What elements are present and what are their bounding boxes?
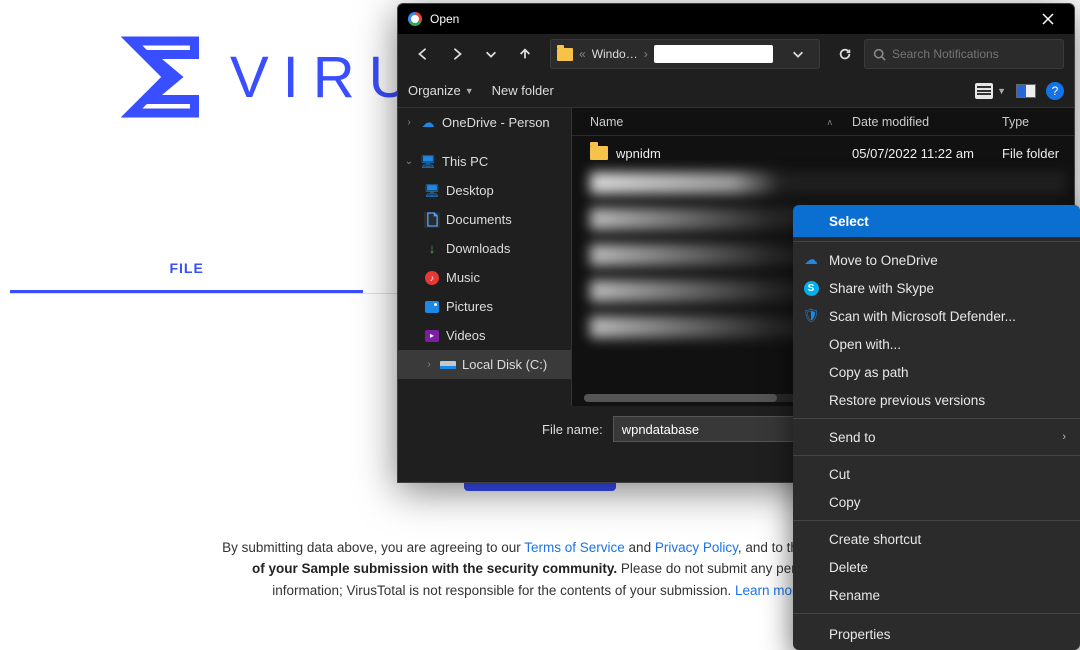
context-menu: Select ☁Move to OneDrive SShare with Sky…	[793, 205, 1080, 650]
dialog-toolbar: Organize▼ New folder ▼ ?	[398, 74, 1074, 108]
download-icon: ↓	[424, 241, 440, 257]
pictures-icon	[425, 301, 439, 313]
chevron-right-icon: ›	[424, 359, 434, 370]
chevron-down-icon: ⌄	[404, 156, 414, 167]
tree-this-pc[interactable]: ⌄🖥This PC	[398, 147, 571, 176]
tree-pictures[interactable]: Pictures	[398, 292, 571, 321]
ctx-rename[interactable]: Rename	[793, 581, 1080, 609]
file-name: wpnidm	[616, 146, 852, 161]
separator	[793, 520, 1080, 521]
organize-menu[interactable]: Organize▼	[408, 83, 474, 98]
ctx-send-to[interactable]: Send to›	[793, 423, 1080, 451]
breadcrumb-1[interactable]: Windo…	[592, 47, 638, 61]
preview-pane-button[interactable]	[1016, 84, 1036, 98]
skype-icon: S	[804, 281, 819, 296]
tree-music[interactable]: Music	[398, 263, 571, 292]
music-icon	[425, 271, 439, 285]
ctx-share-skype[interactable]: SShare with Skype	[793, 274, 1080, 302]
arrow-up-icon	[518, 47, 532, 61]
cloud-icon: ☁	[803, 252, 819, 268]
nav-up-button[interactable]	[510, 39, 540, 69]
view-mode-button[interactable]: ▼	[975, 83, 1006, 99]
caret-down-icon: ▼	[997, 86, 1006, 96]
tree-documents[interactable]: Documents	[398, 205, 571, 234]
chevron-down-icon	[791, 47, 805, 61]
address-bar[interactable]: « Windo… ›	[550, 39, 820, 69]
tree-downloads[interactable]: ↓Downloads	[398, 234, 571, 263]
ctx-move-onedrive[interactable]: ☁Move to OneDrive	[793, 246, 1080, 274]
close-icon	[1042, 13, 1054, 25]
ctx-open-with[interactable]: Open with...	[793, 330, 1080, 358]
address-dropdown[interactable]	[783, 39, 813, 69]
ctx-properties[interactable]: Properties	[793, 618, 1080, 650]
tab-file[interactable]: FILE	[10, 244, 363, 293]
arrow-left-icon	[416, 47, 430, 61]
refresh-icon	[838, 47, 852, 61]
vt-disclaimer: By submitting data above, you are agreei…	[220, 537, 860, 602]
tree-videos[interactable]: Videos	[398, 321, 571, 350]
breadcrumb-2[interactable]	[654, 45, 773, 63]
chevron-right-icon: ›	[1062, 431, 1066, 443]
chevron-down-icon	[484, 47, 498, 61]
breadcrumb-sep: «	[579, 47, 586, 61]
caret-down-icon: ▼	[465, 86, 474, 96]
separator	[793, 455, 1080, 456]
sort-asc-icon: ʌ	[828, 117, 833, 127]
file-row-wpnidm[interactable]: wpnidm 05/07/2022 11:22 am File folder	[572, 136, 1074, 170]
separator	[793, 241, 1080, 242]
tree-onedrive[interactable]: ›☁OneDrive - Person	[398, 108, 571, 137]
pc-icon: 🖥	[420, 154, 436, 170]
new-folder-button[interactable]: New folder	[492, 83, 554, 98]
desktop-icon: 🖥	[424, 183, 440, 199]
videos-icon	[425, 330, 439, 342]
arrow-right-icon	[450, 47, 464, 61]
cloud-icon: ☁	[420, 115, 436, 131]
folder-tree: ›☁OneDrive - Person ⌄🖥This PC 🖥Desktop D…	[398, 108, 572, 406]
dialog-title: Open	[430, 12, 459, 26]
separator	[793, 613, 1080, 614]
ctx-create-shortcut[interactable]: Create shortcut	[793, 525, 1080, 553]
dialog-nav-row: « Windo… ›	[398, 34, 1074, 74]
ctx-copy-path[interactable]: Copy as path	[793, 358, 1080, 386]
file-type: File folder	[1002, 146, 1059, 161]
chevron-right-icon: ›	[404, 117, 414, 128]
dialog-close-button[interactable]	[1028, 4, 1068, 34]
col-date[interactable]: Date modified	[852, 115, 1002, 129]
shield-icon: 🛡	[803, 308, 819, 324]
nav-forward-button[interactable]	[442, 39, 472, 69]
ctx-restore[interactable]: Restore previous versions	[793, 386, 1080, 414]
col-name[interactable]: Nameʌ	[590, 115, 852, 129]
disk-icon	[440, 357, 456, 373]
filename-label: File name:	[542, 422, 603, 437]
dialog-titlebar: Open	[398, 4, 1074, 34]
folder-icon	[590, 146, 608, 160]
privacy-link[interactable]: Privacy Policy	[655, 540, 738, 555]
tree-local-disk[interactable]: ›Local Disk (C:)	[398, 350, 571, 379]
document-icon	[424, 212, 440, 228]
nav-recent-button[interactable]	[476, 39, 506, 69]
search-icon	[873, 48, 886, 61]
file-date: 05/07/2022 11:22 am	[852, 146, 1002, 161]
nav-back-button[interactable]	[408, 39, 438, 69]
ctx-scan-defender[interactable]: 🛡Scan with Microsoft Defender...	[793, 302, 1080, 330]
chrome-icon	[408, 12, 422, 26]
tos-link[interactable]: Terms of Service	[524, 540, 625, 555]
search-input[interactable]	[892, 47, 1055, 61]
list-view-icon	[975, 83, 993, 99]
sigma-logo-icon	[118, 32, 208, 122]
ctx-select[interactable]: Select	[793, 205, 1080, 237]
search-box[interactable]	[864, 39, 1064, 69]
file-list-header: Nameʌ Date modified Type	[572, 108, 1074, 136]
tree-desktop[interactable]: 🖥Desktop	[398, 176, 571, 205]
ctx-copy[interactable]: Copy	[793, 488, 1080, 516]
folder-icon	[557, 48, 573, 61]
refresh-button[interactable]	[830, 39, 860, 69]
separator	[793, 418, 1080, 419]
help-button[interactable]: ?	[1046, 82, 1064, 100]
col-type[interactable]: Type	[1002, 115, 1074, 129]
ctx-cut[interactable]: Cut	[793, 460, 1080, 488]
ctx-delete[interactable]: Delete	[793, 553, 1080, 581]
